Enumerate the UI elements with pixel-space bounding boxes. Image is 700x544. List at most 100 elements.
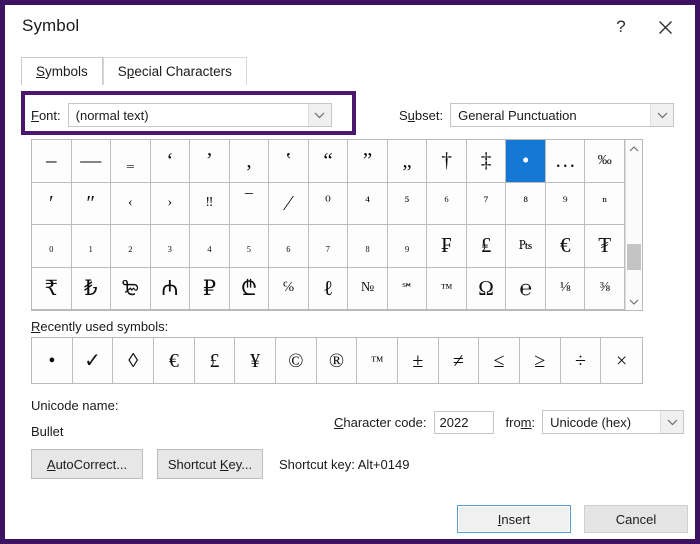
symbol-cell-single-left-angle-quotation-mark[interactable]: ‹ [111,182,151,225]
symbol-cell-peseta-sign[interactable]: ₧ [506,225,546,268]
symbol-cell-ohm-sign[interactable]: Ω [466,267,507,310]
symbol-cell-subscript-eight[interactable]: ₈ [348,225,388,268]
chevron-down-icon[interactable] [307,104,331,126]
recent-symbol-euro-sign[interactable]: € [154,338,195,383]
symbol-cell-fraction-slash[interactable]: ⁄ [269,182,309,225]
symbol-cell-single-low-quotation-mark[interactable]: ‚ [229,140,270,183]
tab-special-characters[interactable]: Special Characters [102,57,247,85]
symbol-cell-subscript-one[interactable]: ₁ [71,225,112,268]
symbol-cell-superscript-five[interactable]: ⁵ [387,182,428,225]
symbol-cell-numero-sign[interactable]: № [348,267,388,310]
symbol-cell-vulgar-fraction-three-eighths[interactable]: ⅜ [585,267,625,310]
symbol-cell-double-exclamation-mark[interactable]: ‼ [190,182,230,225]
symbol-cell-lira-sign[interactable]: ₤ [466,225,507,268]
subset-combobox[interactable]: General Punctuation [450,103,675,127]
chevron-down-icon[interactable] [650,104,674,126]
recent-symbol-plus-minus-sign[interactable]: ± [398,338,439,383]
symbol-cell-subscript-zero[interactable]: ₀ [32,225,72,268]
symbol-cell-superscript-seven[interactable]: ⁷ [466,182,507,225]
symbol-cell-left-single-quotation-mark[interactable]: ‘ [150,140,191,183]
font-combobox[interactable]: (normal text) [67,103,332,127]
symbol-cell-subscript-three[interactable]: ₃ [150,225,191,268]
recent-symbol-bullet[interactable]: • [32,338,73,383]
tab-special-characters-label: ecial Characters [134,64,232,79]
symbol-cell-right-single-quotation-mark[interactable]: ’ [190,140,230,183]
symbol-cell-dagger[interactable]: † [427,140,467,183]
recent-symbol-less-than-or-equal-to[interactable]: ≤ [479,338,520,383]
chevron-up-icon[interactable] [626,140,642,157]
symbol-cell-left-double-quotation-mark[interactable]: “ [308,140,349,183]
symbol-cell-trade-mark-sign[interactable]: ™ [427,267,467,310]
symbol-cell-nordic-mark-sign[interactable]: ₻ [111,267,151,310]
scrollbar-thumb[interactable] [627,244,641,270]
recent-symbol-yen-sign[interactable]: ¥ [235,338,276,383]
recent-symbol-multiplication-sign[interactable]: × [601,338,642,383]
symbol-cell-superscript-nine[interactable]: ⁹ [545,182,586,225]
symbol-cell-em-dash[interactable]: — [71,140,112,183]
symbol-cell-overline[interactable]: ‾ [229,182,270,225]
recent-symbol-registered-sign[interactable]: ® [316,338,358,383]
symbol-cell-double-prime[interactable]: ″ [71,182,112,225]
symbol-cell-service-mark[interactable]: ℠ [387,267,428,310]
symbol-cell-script-small-l[interactable]: ℓ [308,267,349,310]
symbol-cell-subscript-six[interactable]: ₆ [269,225,309,268]
symbol-cell-right-double-quotation-mark[interactable]: ” [348,140,388,183]
close-icon[interactable] [649,13,681,41]
symbol-cell-ruble-sign[interactable]: ₽ [190,267,230,310]
character-code-label: Character code: [334,414,427,430]
recent-symbol-copyright-sign[interactable]: © [276,338,317,383]
shortcut-key-button[interactable]: Shortcut Key... [157,449,263,479]
character-code-input[interactable]: 2022 [433,410,494,434]
symbol-cell-prime[interactable]: ′ [32,182,72,225]
recent-symbol-lozenge[interactable]: ◊ [113,338,154,383]
dialog-title: Symbol [22,16,80,35]
cancel-button[interactable]: Cancel [584,505,688,533]
symbol-cell-double-dagger[interactable]: ‡ [466,140,507,183]
chevron-down-icon[interactable] [660,411,684,433]
insert-button[interactable]: Insert [457,505,571,533]
symbol-cell-tugrik-sign[interactable]: ₮ [585,225,625,268]
symbol-cell-care-of-sign[interactable]: ℅ [269,267,309,310]
recent-symbol-pound-sign[interactable]: £ [194,338,236,383]
recent-symbol-division-sign[interactable]: ÷ [560,338,602,383]
symbol-cell-french-franc-sign[interactable]: ₣ [427,225,467,268]
help-icon[interactable]: ? [605,13,637,41]
symbol-cell-turkish-lira-sign[interactable]: ₺ [71,267,112,310]
symbol-cell-subscript-two[interactable]: ₂ [111,225,151,268]
symbol-cell-superscript-four[interactable]: ⁴ [348,182,388,225]
recently-used-panel: • ✓ ◊ € £ ¥ © ® ™ ± ≠ ≤ ≥ ÷ × [31,337,643,384]
recently-used-grid[interactable]: • ✓ ◊ € £ ¥ © ® ™ ± ≠ ≤ ≥ ÷ × [32,338,642,383]
symbol-cell-lari-sign[interactable]: ₾ [229,267,270,310]
symbol-cell-euro-sign[interactable]: € [545,225,586,268]
symbol-cell-en-dash[interactable]: – [32,140,72,183]
symbol-cell-indian-rupee-sign[interactable]: ₹ [32,267,72,310]
chevron-down-icon[interactable] [626,293,642,310]
symbol-cell-horizontal-ellipsis[interactable]: … [545,140,586,183]
recent-symbol-greater-than-or-equal-to[interactable]: ≥ [520,338,561,383]
symbol-grid-scrollbar[interactable] [625,140,642,310]
symbol-cell-superscript-zero[interactable]: ⁰ [308,182,349,225]
symbol-cell-subscript-four[interactable]: ₄ [190,225,230,268]
symbol-cell-superscript-six[interactable]: ⁶ [427,182,467,225]
recent-symbol-trade-mark-sign[interactable]: ™ [357,338,398,383]
recent-symbol-not-equal-to[interactable]: ≠ [438,338,480,383]
recent-symbol-check-mark[interactable]: ✓ [72,338,114,383]
symbol-cell-subscript-nine[interactable]: ₉ [387,225,428,268]
symbol-cell-manat-sign[interactable]: ₼ [150,267,191,310]
from-combobox[interactable]: Unicode (hex) [542,410,685,434]
symbol-cell-subscript-five[interactable]: ₅ [229,225,270,268]
symbol-cell-vulgar-fraction-one-eighth[interactable]: ⅛ [545,267,586,310]
tab-symbols[interactable]: Symbols [21,57,103,85]
symbol-cell-single-right-angle-quotation-mark[interactable]: › [150,182,191,225]
symbol-cell-bullet[interactable]: • [506,140,546,183]
symbol-cell-superscript-latin-small-letter-n[interactable]: ⁿ [585,182,625,225]
symbol-cell-superscript-eight[interactable]: ⁸ [506,182,546,225]
symbol-cell-per-mille-sign[interactable]: ‰ [585,140,625,183]
symbol-cell-estimated-symbol[interactable]: ℮ [506,267,546,310]
symbol-cell-subscript-seven[interactable]: ₇ [308,225,349,268]
autocorrect-button[interactable]: AutoCorrect... [31,449,143,479]
symbol-cell-double-low-quotation-mark[interactable]: „ [387,140,428,183]
symbol-grid[interactable]: – — ‗ ‘’ ‚ ‛ “” „ † ‡ •… ‰ ′ ″ ‹ › ‼ ‾ ⁄ ⁰ ⁴ ⁵ ⁶ ⁷ ⁸ ⁹ ⁿ ₀ ₁ ₂ ₃ ₄ ₅ ₆ ₇ ₈ ₉… [32,140,625,310]
symbol-cell-double-low-line[interactable]: ‗ [111,140,151,183]
symbol-cell-single-high-reversed-quotation-mark[interactable]: ‛ [269,140,309,183]
